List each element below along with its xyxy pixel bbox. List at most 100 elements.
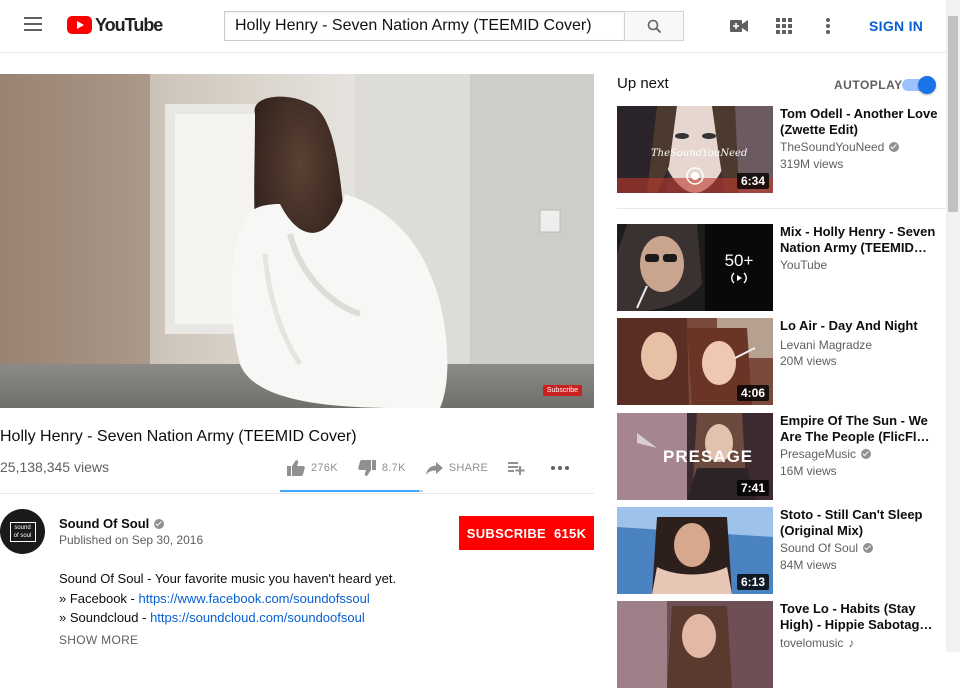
channel-name: Sound Of Soul [780, 541, 874, 555]
search-input[interactable] [224, 11, 624, 41]
toggle-knob [918, 76, 936, 94]
more-vert-icon[interactable] [817, 15, 839, 37]
share-icon [425, 461, 443, 475]
search-bar [224, 11, 684, 41]
playlist-overlay: 50+ [705, 224, 773, 311]
apps-grid-icon[interactable] [773, 15, 795, 37]
more-actions-button[interactable] [551, 466, 575, 470]
dislike-button[interactable]: 8.7K [358, 460, 406, 476]
video-duration: 4:06 [736, 385, 769, 401]
playlist-add-icon [508, 462, 525, 475]
verified-icon [154, 518, 165, 529]
view-count: 319M views [780, 157, 844, 171]
more-horiz-icon [551, 466, 570, 470]
subscribe-watermark[interactable]: Subscribe [542, 385, 582, 396]
thumbs-down-icon [358, 460, 376, 476]
channel-name: YouTube [780, 258, 828, 272]
recommended-video[interactable]: Tove Lo - Habits (Stay High) - Hippie Sa… [617, 601, 946, 688]
video-thumbnail: TheSoundYouNeed 6:34 [617, 106, 773, 193]
description-line: Sound Of Soul - Your favorite music you … [59, 571, 397, 586]
like-button[interactable]: 276K [287, 460, 338, 476]
channel-name: Levani Magradze [780, 338, 873, 352]
mix-radio-icon [731, 272, 747, 283]
channel-name-text: tovelomusic [780, 636, 844, 650]
youtube-logo[interactable]: YouTube [67, 15, 163, 35]
subscriber-count: 615K [553, 525, 587, 541]
video-frame [0, 74, 594, 408]
verified-icon [863, 543, 874, 553]
view-count: 84M views [780, 558, 837, 572]
verified-icon [861, 449, 872, 459]
soundcloud-prefix: » Soundcloud - [59, 610, 151, 625]
video-player[interactable]: Subscribe [0, 74, 594, 408]
search-button[interactable] [624, 11, 684, 41]
facebook-prefix: » Facebook - [59, 590, 139, 606]
video-thumbnail: 4:06 [617, 318, 773, 405]
video-title: Lo Air - Day And Night [780, 318, 918, 333]
video-duration: 6:13 [736, 574, 769, 590]
video-actions: 276K 8.7K SHARE [287, 460, 595, 476]
subscribe-button[interactable]: SUBSCRIBE 615K [459, 516, 594, 550]
video-title: Stoto - Still Can't Sleep (Original Mix) [780, 507, 923, 538]
facebook-link[interactable]: https://www.facebook.com/soundofssoul [139, 591, 370, 606]
avatar-logo: sound of soul [9, 521, 36, 542]
scrollbar-thumb[interactable] [948, 16, 958, 212]
section-divider [617, 208, 946, 209]
view-count: 25,138,345 views [0, 459, 109, 475]
share-button[interactable]: SHARE [425, 461, 489, 475]
share-label: SHARE [448, 462, 489, 474]
playlist-count: 50+ [724, 250, 754, 270]
video-thumbnail: PRESAGE 7:41 [617, 413, 773, 500]
subscribe-label: SUBSCRIBE [466, 525, 546, 541]
autoplay-toggle[interactable] [902, 76, 936, 94]
autoplay-label: AUTOPLAY [834, 78, 903, 92]
publish-date: Published on Sep 30, 2016 [59, 533, 204, 547]
view-count: 16M views [780, 464, 837, 478]
video-description: Sound Of Soul - Your favorite music you … [59, 569, 396, 628]
channel-avatar[interactable]: sound of soul [0, 509, 45, 554]
channel-name: tovelomusic ♪ [780, 636, 854, 650]
video-duration: 6:34 [736, 173, 769, 189]
thumbs-up-icon [287, 460, 305, 476]
music-note-icon: ♪ [848, 636, 855, 650]
video-thumbnail [617, 601, 773, 688]
play-logo-icon [67, 16, 92, 34]
add-to-playlist-button[interactable] [508, 461, 531, 475]
video-thumbnail: 6:13 [617, 507, 773, 594]
recommended-video[interactable]: 6:13 Stoto - Still Can't Sleep (Original… [617, 507, 946, 594]
recommended-video[interactable]: TheSoundYouNeed 6:34 Tom Odell - Another… [617, 106, 946, 193]
sentiment-bar-fill [280, 490, 419, 492]
video-thumbnail: 50+ [617, 224, 773, 311]
like-count: 276K [311, 462, 338, 474]
search-icon [647, 19, 661, 33]
create-video-icon[interactable] [728, 15, 750, 37]
soundcloud-link[interactable]: https://soundcloud.com/soundoofsoul [150, 610, 365, 625]
masthead: YouTube SIGN IN [0, 0, 946, 53]
channel-name-text: Sound Of Soul [780, 541, 859, 555]
channel-name-text: PresageMusic [780, 447, 857, 461]
thumbnail-text: PRESAGE [663, 447, 754, 466]
menu-icon[interactable] [24, 17, 42, 31]
recommended-video[interactable]: PRESAGE 7:41 Empire Of The Sun - We Are … [617, 413, 946, 500]
verified-icon [889, 142, 900, 152]
channel-name-text: TheSoundYouNeed [780, 140, 885, 154]
section-divider [0, 493, 594, 494]
view-count: 20M views [780, 354, 837, 368]
video-duration: 7:41 [736, 480, 769, 496]
video-title: Tove Lo - Habits (Stay High) - Hippie Sa… [780, 601, 933, 632]
sign-in-button[interactable]: SIGN IN [869, 18, 923, 34]
channel-name-text: Sound Of Soul [59, 516, 150, 531]
recommended-video[interactable]: 4:06 Lo Air - Day And Night Levani Magra… [617, 318, 946, 405]
thumbnail-text: TheSoundYouNeed [651, 148, 748, 159]
video-title: Mix - Holly Henry - Seven Nation Army (T… [780, 224, 936, 255]
show-more-button[interactable]: SHOW MORE [59, 633, 138, 647]
page-scrollbar[interactable] [946, 0, 960, 652]
channel-name: TheSoundYouNeed [780, 140, 900, 154]
recommended-mix[interactable]: 50+ Mix - Holly Henry - Seven Nation Arm… [617, 224, 946, 311]
up-next-heading: Up next [617, 75, 669, 92]
sentiment-bar [280, 490, 423, 492]
video-title: Tom Odell - Another Love (Zwette Edit) [780, 106, 938, 137]
video-title: Holly Henry - Seven Nation Army (TEEMID … [0, 428, 357, 445]
dislike-count: 8.7K [381, 462, 406, 474]
channel-name[interactable]: Sound Of Soul [59, 516, 165, 531]
